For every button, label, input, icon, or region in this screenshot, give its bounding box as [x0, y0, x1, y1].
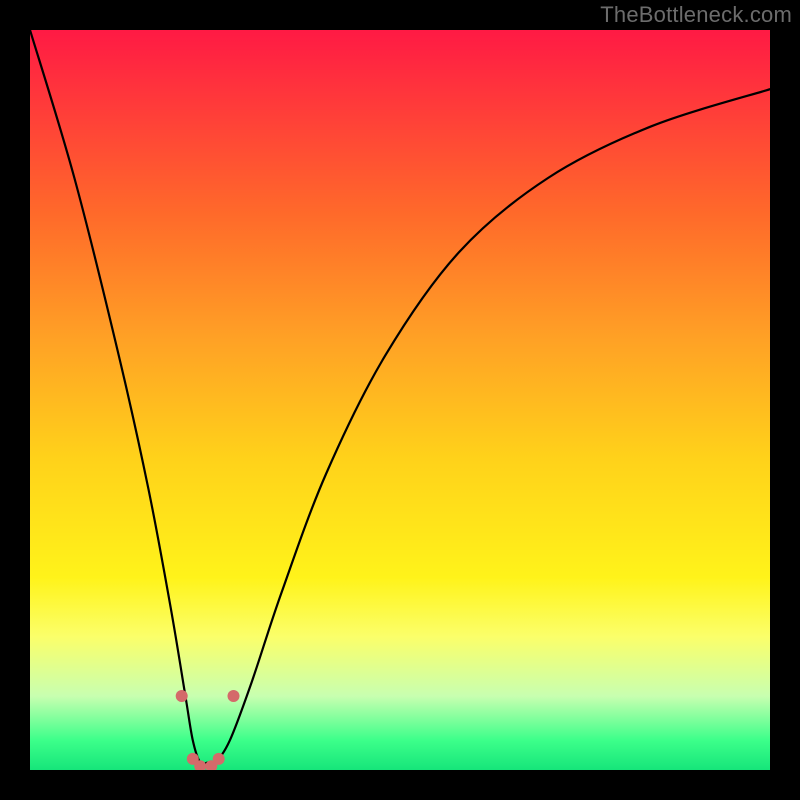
chart-frame: TheBottleneck.com [0, 0, 800, 800]
bottleneck-curve [30, 30, 770, 770]
plot-area [30, 30, 770, 770]
highlight-dot [213, 753, 225, 765]
watermark-text: TheBottleneck.com [600, 2, 792, 28]
highlight-dot [176, 690, 188, 702]
curve-path [30, 30, 770, 764]
highlight-dot [228, 690, 240, 702]
